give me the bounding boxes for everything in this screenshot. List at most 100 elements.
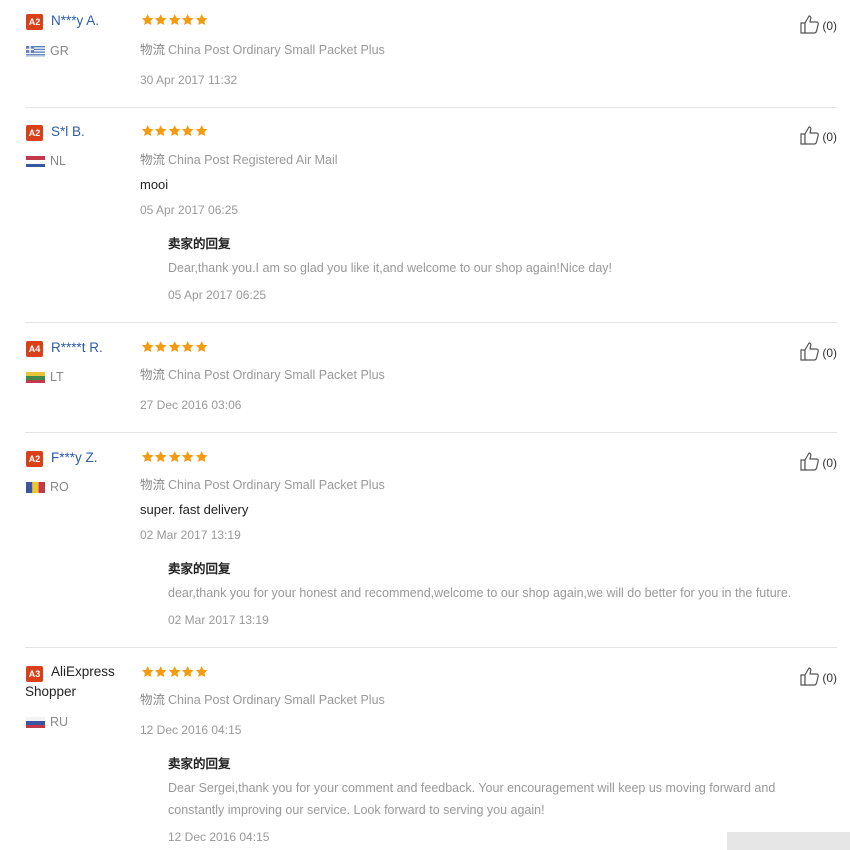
- review-item: A4 R****t R. LT 物流 China Post Ordinary Sm…: [25, 322, 837, 433]
- star-icon: [168, 666, 181, 678]
- star-icon: [141, 451, 154, 463]
- star-rating: [141, 450, 208, 466]
- star-icon: [182, 666, 194, 678]
- country-code: LT: [50, 370, 64, 384]
- star-icon: [155, 125, 167, 137]
- star-icon: [141, 666, 154, 678]
- country-code: RU: [50, 715, 69, 729]
- level-badge: A2: [26, 125, 43, 141]
- helpful-count: (0): [822, 345, 837, 360]
- thumbs-up-icon: [799, 13, 822, 38]
- reply-date: 05 Apr 2017 06:25: [168, 288, 267, 302]
- star-icon: [155, 14, 167, 26]
- helpful-button[interactable]: (0): [799, 13, 837, 38]
- helpful-count: (0): [822, 455, 837, 470]
- review-comment: super. fast delivery: [140, 502, 249, 517]
- star-icon: [195, 125, 208, 137]
- reply-text: Dear,thank you.I am so glad you like it,…: [168, 261, 613, 275]
- reviewer-country: LT: [26, 370, 64, 384]
- country-code: NL: [50, 154, 66, 168]
- logistics-label: 物流: [140, 693, 166, 707]
- review-item: A2 S*l B. NL 物流 China Post Registered Air…: [25, 107, 837, 323]
- level-badge: A2: [26, 451, 43, 467]
- star-icon: [195, 341, 208, 353]
- logistics-info: 物流 China Post Ordinary Small Packet Plus: [140, 39, 385, 58]
- thumbs-up-icon: [799, 450, 822, 475]
- review-date: 02 Mar 2017 13:19: [140, 528, 241, 542]
- logistics-info: 物流 China Post Ordinary Small Packet Plus: [140, 474, 385, 493]
- helpful-button[interactable]: (0): [799, 340, 837, 365]
- review-comment: mooi: [140, 177, 169, 192]
- logistics-method: China Post Ordinary Small Packet Plus: [168, 43, 385, 57]
- level-badge: A4: [26, 341, 43, 357]
- reviewer-name-text: AliExpress Shopper: [25, 664, 115, 699]
- reply-title: 卖家的回复: [168, 757, 231, 771]
- review-item: A2 N***y A. GR 物流 China Post Ordinary Sma…: [25, 0, 837, 108]
- logistics-info: 物流 China Post Ordinary Small Packet Plus: [140, 364, 385, 383]
- star-icon: [155, 341, 167, 353]
- reply-date: 02 Mar 2017 13:19: [168, 613, 269, 627]
- reviewer-name[interactable]: AliExpress Shopper: [25, 662, 135, 702]
- flag-nl-icon: [26, 155, 45, 167]
- helpful-button[interactable]: (0): [799, 665, 837, 690]
- star-icon: [141, 341, 154, 353]
- logistics-label: 物流: [140, 43, 166, 57]
- seller-reply: 卖家的回复 dear,thank you for your honest and…: [168, 558, 828, 638]
- flag-ru-icon: [26, 716, 45, 728]
- logistics-method: China Post Ordinary Small Packet Plus: [168, 478, 385, 492]
- star-icon: [168, 451, 181, 463]
- star-icon: [182, 341, 194, 353]
- helpful-button[interactable]: (0): [799, 450, 837, 475]
- star-rating: [141, 13, 208, 29]
- star-icon: [155, 666, 167, 678]
- review-date: 30 Apr 2017 11:32: [140, 73, 238, 87]
- reply-title: 卖家的回复: [168, 237, 231, 251]
- review-date: 05 Apr 2017 06:25: [140, 203, 239, 217]
- review-item: A3 AliExpress Shopper RU 物流 China Post Or…: [25, 647, 837, 850]
- country-code: GR: [50, 44, 69, 58]
- scroll-bar[interactable]: [727, 832, 850, 850]
- star-icon: [141, 14, 154, 26]
- star-icon: [168, 341, 181, 353]
- star-icon: [195, 451, 208, 463]
- star-rating: [141, 124, 208, 140]
- star-rating: [141, 665, 208, 681]
- star-icon: [141, 125, 154, 137]
- logistics-label: 物流: [140, 153, 166, 167]
- reviewer-name[interactable]: N***y A.: [51, 13, 99, 28]
- star-icon: [182, 125, 194, 137]
- star-icon: [168, 125, 181, 137]
- reviewer-country: GR: [26, 44, 69, 58]
- helpful-count: (0): [822, 129, 837, 144]
- star-icon: [182, 451, 194, 463]
- logistics-method: China Post Ordinary Small Packet Plus: [168, 368, 385, 382]
- logistics-label: 物流: [140, 478, 166, 492]
- star-icon: [168, 14, 181, 26]
- reviewer-country: RU: [26, 715, 68, 729]
- reviewer-country: NL: [26, 154, 66, 168]
- thumbs-up-icon: [799, 340, 822, 365]
- thumbs-up-icon: [799, 124, 822, 149]
- flag-gr-icon: [26, 45, 45, 57]
- reply-text: Dear Sergei,thank you for your comment a…: [168, 781, 776, 817]
- flag-lt-icon: [26, 371, 45, 383]
- logistics-info: 物流 China Post Registered Air Mail: [140, 149, 338, 168]
- reviewer-name[interactable]: R****t R.: [51, 340, 103, 355]
- review-date: 27 Dec 2016 03:06: [140, 398, 242, 412]
- reply-date: 12 Dec 2016 04:15: [168, 830, 270, 844]
- reviewer-name[interactable]: S*l B.: [51, 124, 85, 139]
- star-icon: [155, 451, 167, 463]
- star-icon: [195, 14, 208, 26]
- review-date: 12 Dec 2016 04:15: [140, 723, 242, 737]
- helpful-button[interactable]: (0): [799, 124, 837, 149]
- seller-reply: 卖家的回复 Dear,thank you.I am so glad you li…: [168, 233, 828, 313]
- logistics-label: 物流: [140, 368, 166, 382]
- reviewer-name[interactable]: F***y Z.: [51, 450, 98, 465]
- review-item: A2 F***y Z. RO 物流 China Post Ordinary Sma…: [25, 432, 837, 648]
- country-code: RO: [50, 480, 69, 494]
- star-icon: [195, 666, 208, 678]
- reply-text: dear,thank you for your honest and recom…: [168, 586, 792, 600]
- reviewer-country: RO: [26, 480, 69, 494]
- helpful-count: (0): [822, 670, 837, 685]
- star-rating: [141, 340, 208, 356]
